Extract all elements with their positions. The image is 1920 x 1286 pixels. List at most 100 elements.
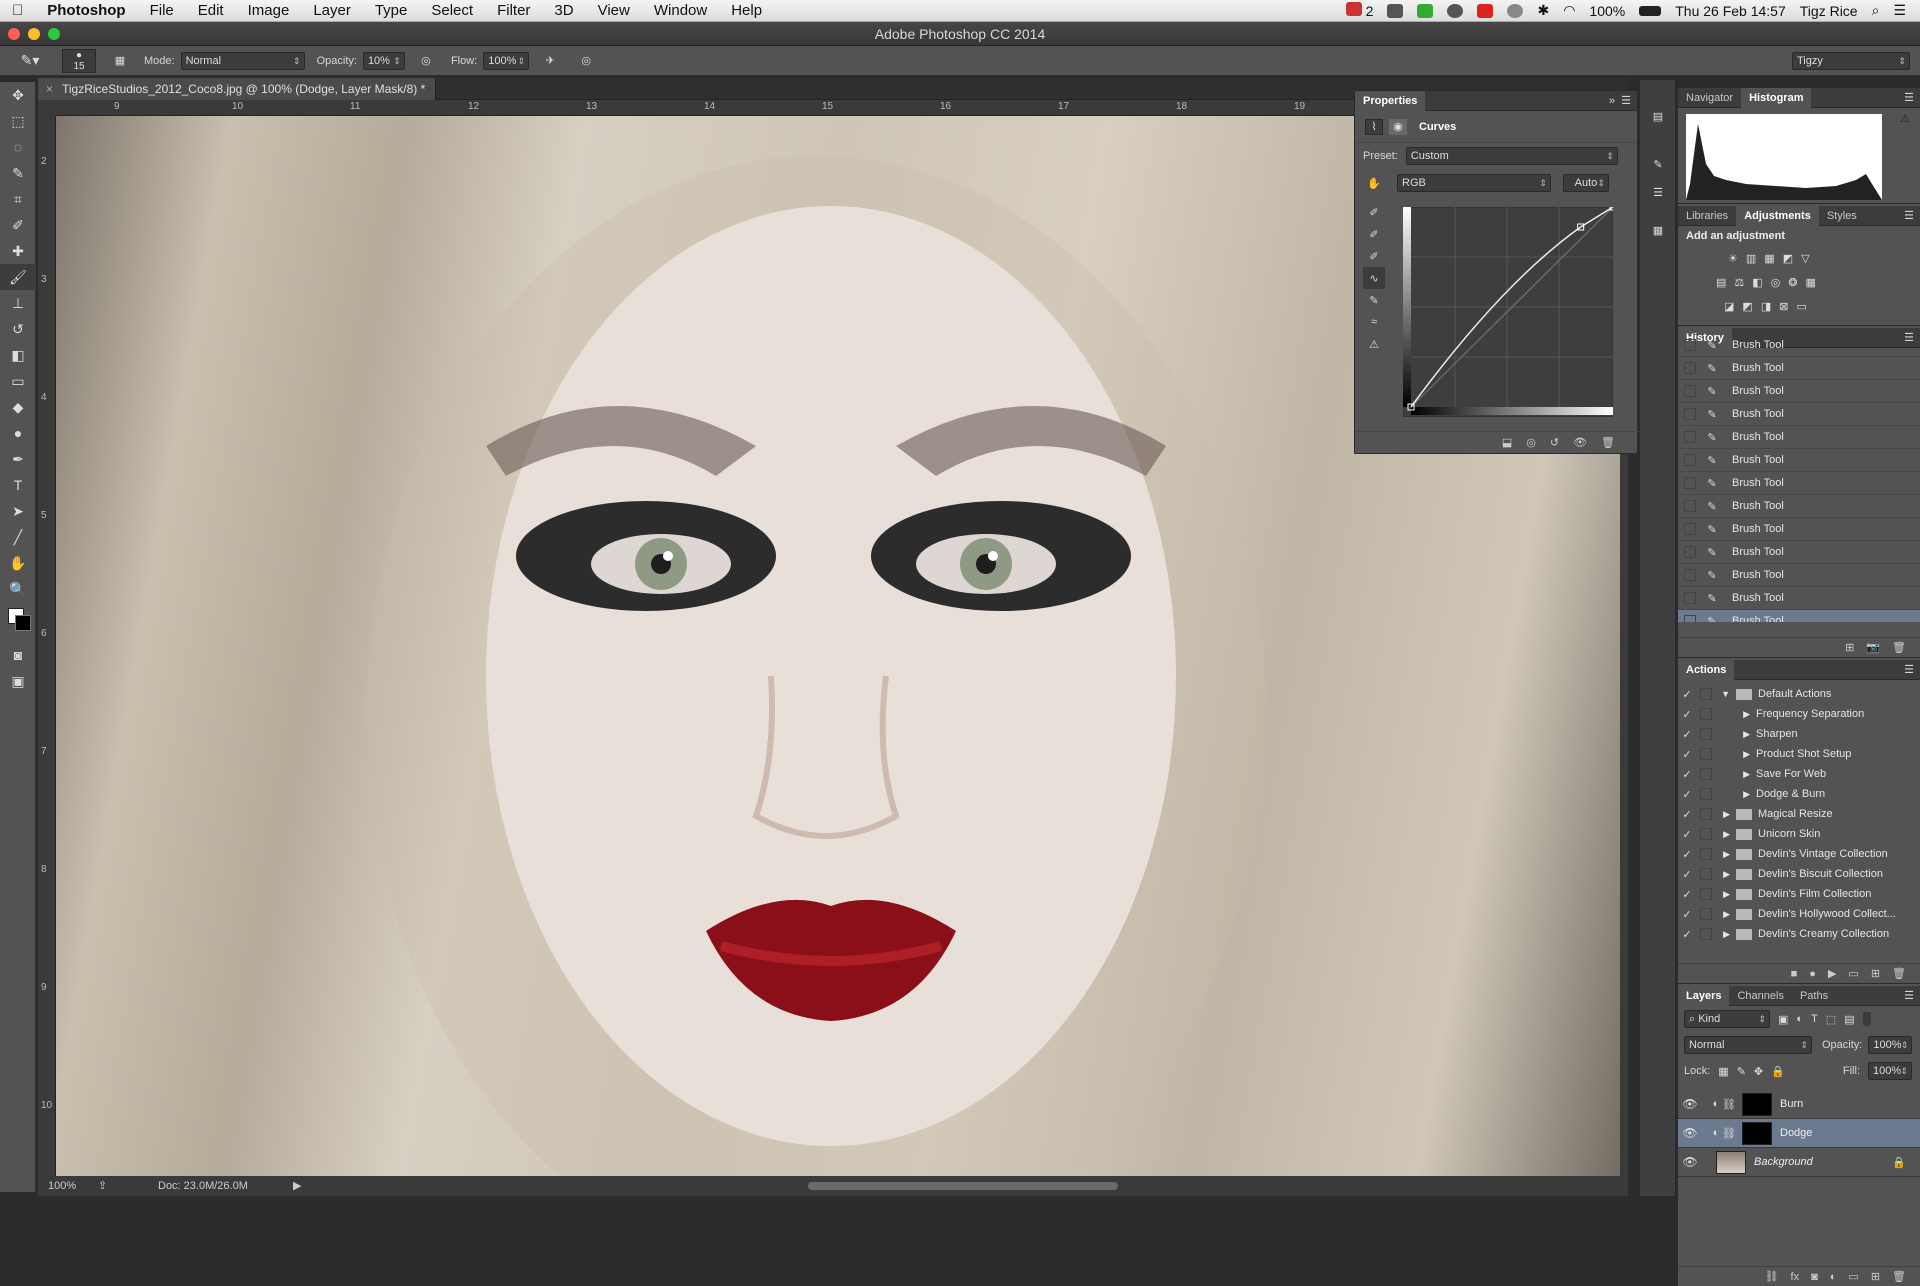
disclosure-arrow-icon[interactable]: ▶ xyxy=(1716,829,1736,840)
hue-saturation-icon[interactable]: ▤ xyxy=(1716,276,1726,289)
adobe-notify-icon[interactable]: 2 xyxy=(1345,2,1373,19)
alert-icon[interactable] xyxy=(1477,3,1494,18)
vibrance-icon[interactable]: ▽ xyxy=(1801,252,1809,265)
action-check-icon[interactable]: ✓ xyxy=(1678,868,1696,881)
action-dialog-toggle[interactable] xyxy=(1700,748,1712,760)
timemachine-icon[interactable] xyxy=(1507,3,1524,18)
menu-3d[interactable]: 3D xyxy=(542,2,585,19)
color-swatches[interactable] xyxy=(0,602,36,642)
lock-image-icon[interactable]: ✎ xyxy=(1737,1065,1746,1078)
fill-input[interactable]: 100% xyxy=(1868,1062,1912,1080)
actions-title[interactable]: Actions xyxy=(1678,660,1735,680)
action-dialog-toggle[interactable] xyxy=(1700,908,1712,920)
dock-brush-icon[interactable]: ✎ xyxy=(1640,150,1676,178)
sample-white-eyedropper-icon[interactable]: ✐ xyxy=(1363,245,1385,267)
apple-icon[interactable]:  xyxy=(0,2,35,19)
exposure-icon[interactable]: ◩ xyxy=(1783,252,1793,265)
disclosure-arrow-icon[interactable]: ▶ xyxy=(1716,849,1736,860)
new-action-icon[interactable]: ⊞ xyxy=(1871,967,1880,980)
clipping-warning-icon[interactable]: ⚠ xyxy=(1363,333,1385,355)
new-group-icon[interactable]: ▭ xyxy=(1848,1270,1858,1283)
histogram-menu-icon[interactable]: ☰ xyxy=(1904,91,1914,104)
curves-adjustment-icon[interactable]: ⌇ xyxy=(1365,118,1383,135)
history-snapshot-box[interactable] xyxy=(1684,408,1696,420)
dock-info-icon[interactable]: ▦ xyxy=(1640,216,1676,244)
disclosure-arrow-icon[interactable]: ▶ xyxy=(1716,869,1736,880)
wifi-icon[interactable]: ◠ xyxy=(1563,2,1575,19)
dock-properties-icon[interactable]: ▤ xyxy=(1640,102,1676,130)
action-check-icon[interactable]: ✓ xyxy=(1678,908,1696,921)
curves-icon[interactable]: ▦ xyxy=(1764,252,1774,265)
path-select-tool-icon[interactable]: ➤ xyxy=(0,498,36,524)
delete-layer-icon[interactable]: 🗑 xyxy=(1892,1270,1906,1283)
status-share-icon[interactable]: ⇪ xyxy=(98,1176,107,1196)
gradient-tool-icon[interactable]: ▭ xyxy=(0,368,36,394)
photo-filter-icon[interactable]: ◎ xyxy=(1771,276,1781,289)
disclosure-arrow-icon[interactable]: ▶ xyxy=(1716,929,1736,940)
properties-collapse-icon[interactable]: » xyxy=(1609,95,1615,107)
tab-navigator[interactable]: Navigator xyxy=(1678,88,1741,108)
layers-menu-icon[interactable]: ☰ xyxy=(1904,989,1914,1002)
close-tab-icon[interactable]: × xyxy=(46,78,53,100)
action-item[interactable]: ✓ ▶ Save For Web xyxy=(1678,764,1920,784)
disclosure-arrow-icon[interactable]: ▼ xyxy=(1716,689,1736,699)
brightness-contrast-icon[interactable]: ☀ xyxy=(1728,252,1738,265)
auto-button[interactable]: Auto xyxy=(1563,174,1609,192)
clip-to-layer-icon[interactable]: ⬓ xyxy=(1502,436,1512,449)
action-dialog-toggle[interactable] xyxy=(1700,688,1712,700)
history-snapshot-box[interactable] xyxy=(1684,569,1696,581)
lock-all-icon[interactable]: 🔒 xyxy=(1771,1065,1785,1078)
action-check-icon[interactable]: ✓ xyxy=(1678,748,1696,761)
sample-black-eyedropper-icon[interactable]: ✐ xyxy=(1363,201,1385,223)
color-lookup-icon[interactable]: ▦ xyxy=(1806,276,1816,289)
zoom-tool-icon[interactable]: 🔍 xyxy=(0,576,36,602)
histogram-warning-icon[interactable]: ⚠ xyxy=(1900,112,1910,125)
action-item[interactable]: ✓ ▶ Unicorn Skin xyxy=(1678,824,1920,844)
tab-layers[interactable]: Layers xyxy=(1678,986,1730,1006)
screen-mode-icon[interactable]: ▣ xyxy=(0,668,36,694)
action-check-icon[interactable]: ✓ xyxy=(1678,848,1696,861)
lasso-tool-icon[interactable]: ◌ xyxy=(0,134,36,160)
add-mask-icon[interactable]: ◙ xyxy=(1811,1271,1818,1283)
brush-tool-icon[interactable]: 🖌 xyxy=(0,264,36,290)
spotlight-search-icon[interactable]: ⌕ xyxy=(1872,2,1880,19)
action-check-icon[interactable]: ✓ xyxy=(1678,788,1696,801)
menu-file[interactable]: File xyxy=(138,2,186,19)
battery-label[interactable]: 100% xyxy=(1589,3,1625,19)
healing-brush-tool-icon[interactable]: ✚ xyxy=(0,238,36,264)
menu-filter[interactable]: Filter xyxy=(485,2,542,19)
history-item[interactable]: ✎ Brush Tool xyxy=(1678,518,1920,541)
filter-toggle[interactable] xyxy=(1862,1012,1871,1026)
app-menu[interactable]: Photoshop xyxy=(35,2,137,19)
disclosure-arrow-icon[interactable]: ▶ xyxy=(1716,749,1756,760)
filter-shape-icon[interactable]: ⬚ xyxy=(1826,1013,1836,1026)
action-dialog-toggle[interactable] xyxy=(1700,768,1712,780)
crop-tool-icon[interactable]: ⌗ xyxy=(0,186,36,212)
layer-mask-thumbnail[interactable] xyxy=(1742,1092,1772,1116)
menu-view[interactable]: View xyxy=(586,2,642,19)
new-adjustment-layer-icon[interactable]: ◐ xyxy=(1830,1271,1837,1283)
disclosure-arrow-icon[interactable]: ▶ xyxy=(1716,889,1736,900)
play-icon[interactable]: ▶ xyxy=(1828,967,1836,980)
disclosure-arrow-icon[interactable]: ▶ xyxy=(1716,909,1736,920)
mask-link-icon[interactable]: ⛓ xyxy=(1722,1098,1736,1111)
history-snapshot-box[interactable] xyxy=(1684,454,1696,466)
delete-action-icon[interactable]: 🗑 xyxy=(1892,967,1906,980)
posterize-icon[interactable]: ◩ xyxy=(1742,300,1752,313)
history-brush-tool-icon[interactable]: ↺ xyxy=(0,316,36,342)
delete-adjustment-icon[interactable]: 🗑 xyxy=(1601,436,1615,449)
curves-graph[interactable] xyxy=(1403,207,1613,417)
menu-help[interactable]: Help xyxy=(719,2,774,19)
action-dialog-toggle[interactable] xyxy=(1700,888,1712,900)
tab-channels[interactable]: Channels xyxy=(1729,986,1791,1006)
black-white-icon[interactable]: ◧ xyxy=(1752,276,1762,289)
new-set-icon[interactable]: ▭ xyxy=(1848,967,1858,980)
lock-position-icon[interactable]: ✥ xyxy=(1754,1065,1763,1078)
filter-adjustment-icon[interactable]: ◐ xyxy=(1796,1013,1803,1025)
new-document-from-state-icon[interactable]: ⊞ xyxy=(1845,641,1854,654)
action-item[interactable]: ✓ ▶ Frequency Separation xyxy=(1678,704,1920,724)
invert-icon[interactable]: ◪ xyxy=(1724,300,1734,313)
doc-size[interactable]: Doc: 23.0M/26.0M xyxy=(158,1176,248,1196)
history-snapshot-box[interactable] xyxy=(1684,385,1696,397)
on-image-adjust-icon[interactable]: ✋ xyxy=(1363,177,1385,190)
